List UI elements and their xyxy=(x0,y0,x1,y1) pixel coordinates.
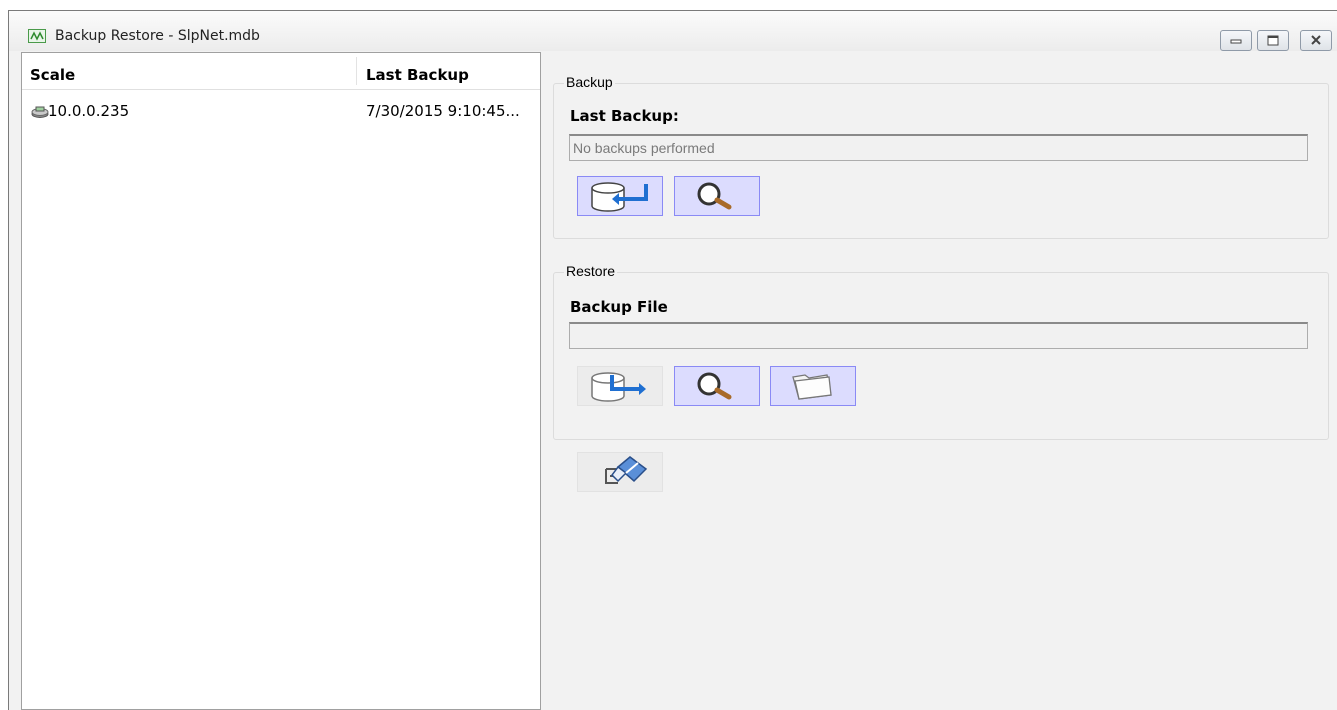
close-button[interactable] xyxy=(1300,30,1332,51)
search-backup-file-button[interactable] xyxy=(674,366,760,406)
restore-group: Restore Backup File xyxy=(553,263,1329,440)
column-header-scale[interactable]: Scale xyxy=(30,66,75,84)
backup-group-label: Backup xyxy=(564,74,615,90)
row-last-backup: 7/30/2015 9:10:45... xyxy=(366,102,520,120)
backup-file-field[interactable] xyxy=(569,322,1308,349)
close-icon xyxy=(1311,35,1321,45)
app-icon xyxy=(28,29,46,43)
magnifier-icon xyxy=(697,372,732,400)
last-backup-label: Last Backup: xyxy=(570,107,679,125)
browse-backup-button[interactable] xyxy=(674,176,760,216)
backup-file-label: Backup File xyxy=(570,298,668,316)
restore-button[interactable] xyxy=(577,366,663,406)
list-header: Scale Last Backup xyxy=(22,53,540,90)
title-bar[interactable]: Backup Restore - SlpNet.mdb xyxy=(9,11,1337,51)
open-folder-button[interactable] xyxy=(770,366,856,406)
maximize-button[interactable] xyxy=(1257,30,1289,51)
list-item[interactable]: 10.0.0.235 7/30/2015 9:10:45... xyxy=(22,100,540,124)
window-title: Backup Restore - SlpNet.mdb xyxy=(55,28,260,44)
minimize-icon xyxy=(1230,39,1242,44)
column-header-last-backup[interactable]: Last Backup xyxy=(366,66,469,84)
last-backup-field[interactable] xyxy=(569,134,1308,161)
database-restore-icon xyxy=(591,372,646,402)
maximize-icon xyxy=(1267,35,1279,46)
folder-icon xyxy=(792,374,832,400)
backup-group: Backup Last Backup: xyxy=(553,74,1329,239)
backup-restore-window: Backup Restore - SlpNet.mdb Scale Last B… xyxy=(8,10,1337,710)
restore-group-label: Restore xyxy=(564,263,618,279)
backup-now-button[interactable] xyxy=(577,176,663,216)
clear-button[interactable] xyxy=(577,452,663,492)
scale-device-icon xyxy=(31,106,49,118)
row-scale-address: 10.0.0.235 xyxy=(48,102,130,120)
database-arrow-icon xyxy=(591,182,648,212)
minimize-button[interactable] xyxy=(1220,30,1252,51)
column-divider[interactable] xyxy=(356,57,357,85)
magnifier-icon xyxy=(697,182,732,210)
scale-list[interactable]: Scale Last Backup 10.0.0.235 7/30/2015 9… xyxy=(21,52,541,710)
eraser-icon xyxy=(605,456,648,484)
